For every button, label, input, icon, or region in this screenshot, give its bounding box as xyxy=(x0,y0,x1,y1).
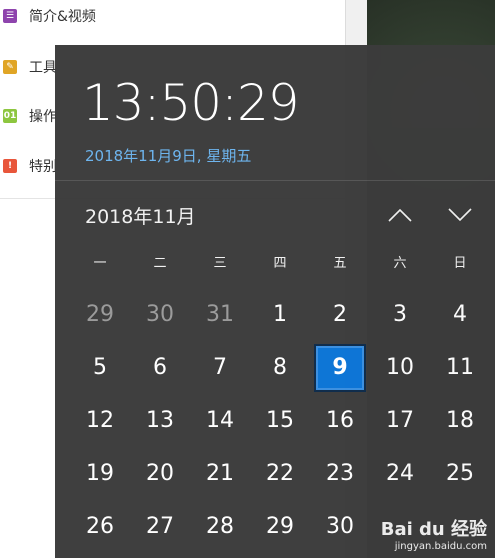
weekday-label: 六 xyxy=(393,256,407,271)
weekday-label: 日 xyxy=(453,256,467,271)
list-icon: ☰ xyxy=(3,9,17,23)
calendar-day[interactable]: 11 xyxy=(430,341,490,394)
calendar-day[interactable]: 30 xyxy=(310,500,370,553)
calendar-day[interactable]: 1 xyxy=(250,288,310,341)
alert-icon: ! xyxy=(3,159,17,173)
calendar-day[interactable]: 12 xyxy=(70,394,130,447)
calendar-day[interactable]: 22 xyxy=(250,447,310,500)
calendar-day-other-month[interactable]: 29 xyxy=(70,288,130,341)
calendar-day[interactable]: 27 xyxy=(130,500,190,553)
calendar-day[interactable]: 20 xyxy=(130,447,190,500)
calendar-day[interactable]: 16 xyxy=(310,394,370,447)
sidebar-item-steps[interactable]: 01 操作 xyxy=(0,105,57,127)
next-month-button[interactable] xyxy=(442,200,478,230)
previous-month-button[interactable] xyxy=(382,200,418,230)
sidebar-item-label: 工具 xyxy=(29,60,57,76)
wrench-icon: ✎ xyxy=(3,60,17,74)
calendar-day-today[interactable]: 9 xyxy=(310,341,370,394)
baidu-jingyan-watermark: Bai du 经验 jingyan.baidu.com xyxy=(381,515,487,552)
calendar-day[interactable]: 15 xyxy=(250,394,310,447)
clock-calendar-flyout: 13:50:29 2018年11月9日, 星期五 2018年11月 一 二 三 四 五 六… xyxy=(55,45,495,558)
full-date-link[interactable]: 2018年11月9日, 星期五 xyxy=(85,145,251,166)
calendar-day[interactable]: 25 xyxy=(430,447,490,500)
weekday-label: 二 xyxy=(153,256,167,271)
calendar-day[interactable]: 3 xyxy=(370,288,430,341)
weekday-label: 三 xyxy=(213,256,227,271)
calendar-day[interactable]: 8 xyxy=(250,341,310,394)
steps-icon: 01 xyxy=(3,109,17,123)
calendar-day[interactable]: 29 xyxy=(250,500,310,553)
chevron-up-icon xyxy=(388,208,412,222)
calendar-day[interactable]: 7 xyxy=(190,341,250,394)
clock-time: 13:50:29 xyxy=(82,74,300,132)
sidebar-item-label: 特别 xyxy=(29,159,57,175)
calendar-day[interactable]: 4 xyxy=(430,288,490,341)
calendar-day[interactable]: 28 xyxy=(190,500,250,553)
calendar-day[interactable]: 19 xyxy=(70,447,130,500)
sidebar-item-label: 操作 xyxy=(29,109,57,125)
calendar-day[interactable]: 18 xyxy=(430,394,490,447)
sidebar-item-tools[interactable]: ✎ 工具 xyxy=(0,56,57,78)
calendar-day[interactable]: 6 xyxy=(130,341,190,394)
sidebar-item-notes[interactable]: ! 特别 xyxy=(0,155,57,177)
calendar-day[interactable]: 10 xyxy=(370,341,430,394)
calendar-day[interactable]: 17 xyxy=(370,394,430,447)
weekday-label: 四 xyxy=(273,256,287,271)
calendar-day-other-month[interactable]: 30 xyxy=(130,288,190,341)
calendar-day[interactable]: 14 xyxy=(190,394,250,447)
weekday-label: 一 xyxy=(93,256,107,271)
calendar-day[interactable]: 23 xyxy=(310,447,370,500)
today-highlight: 9 xyxy=(314,343,366,392)
calendar-day[interactable]: 13 xyxy=(130,394,190,447)
weekday-label: 五 xyxy=(333,256,347,271)
watermark-logo: Bai du 经验 xyxy=(380,519,487,540)
calendar-day[interactable]: 5 xyxy=(70,341,130,394)
chevron-down-icon xyxy=(448,208,472,222)
calendar-day-other-month[interactable]: 31 xyxy=(190,288,250,341)
month-header[interactable]: 2018年11月 xyxy=(85,202,196,229)
calendar-day[interactable]: 2 xyxy=(310,288,370,341)
watermark-url: jingyan.baidu.com xyxy=(394,541,487,552)
calendar-day-grid: 29 30 31 1 2 3 4 5 6 7 8 9 10 11 12 13 14 15 16 17 18 19 20 21 2… xyxy=(70,288,490,553)
sidebar-item-intro[interactable]: ☰ 简介&视频 xyxy=(0,5,96,27)
divider xyxy=(55,180,495,181)
sidebar-item-label: 简介&视频 xyxy=(29,9,96,25)
calendar-day[interactable]: 21 xyxy=(190,447,250,500)
weekday-header-row: 一二三四五六日 xyxy=(70,252,490,276)
calendar-day[interactable]: 24 xyxy=(370,447,430,500)
calendar-day[interactable]: 26 xyxy=(70,500,130,553)
